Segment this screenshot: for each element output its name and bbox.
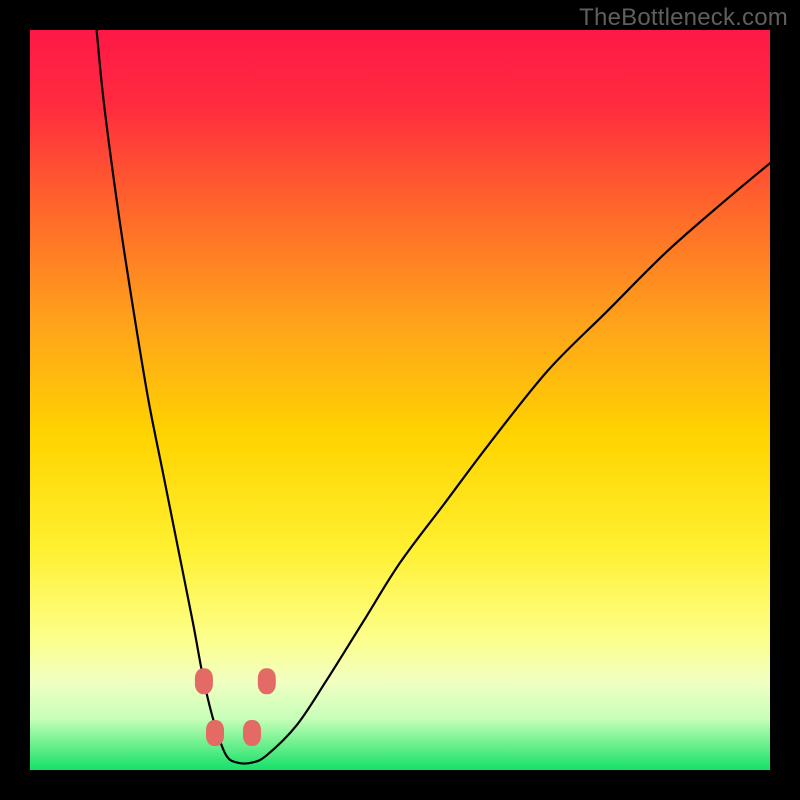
chart-frame	[30, 30, 770, 770]
bottleneck-chart	[30, 30, 770, 770]
gradient-bg	[30, 30, 770, 770]
threshold-marker	[206, 720, 224, 746]
threshold-marker	[195, 668, 213, 694]
watermark-text: TheBottleneck.com	[579, 4, 788, 32]
threshold-marker	[258, 668, 276, 694]
threshold-marker	[243, 720, 261, 746]
